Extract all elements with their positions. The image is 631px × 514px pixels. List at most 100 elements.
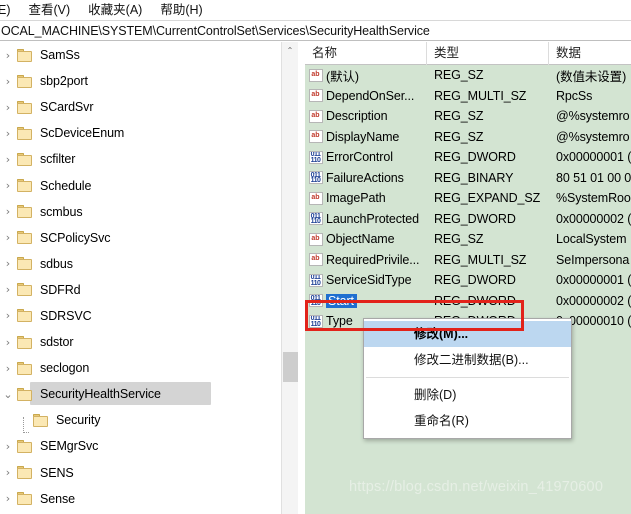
tree-item-sense[interactable]: ›Sense: [0, 486, 281, 512]
chevron-down-icon[interactable]: ⌄: [0, 388, 16, 401]
value-data: 80 51 01 00 0: [556, 171, 631, 185]
folder-icon: [16, 230, 35, 245]
value-type: REG_BINARY: [434, 171, 556, 185]
binary-value-icon-glyph: 011110: [309, 294, 323, 307]
tree-item-scardsvr[interactable]: › SCardSvr: [0, 94, 281, 120]
tree-item-semgrsvc[interactable]: ›SEMgrSvc: [0, 433, 281, 459]
menu-item-0[interactable]: E): [0, 0, 20, 20]
string-value-icon-glyph: ab: [309, 192, 323, 205]
tree-item-schedule[interactable]: ›Schedule: [0, 172, 281, 198]
tree-item-securityhealthservice[interactable]: ⌄SecurityHealthService: [0, 381, 281, 407]
chevron-right-icon[interactable]: ›: [0, 101, 16, 114]
chevron-right-icon[interactable]: ›: [0, 127, 16, 140]
value-data: %SystemRoo: [556, 191, 631, 205]
tree-item-label: sdstor: [40, 335, 73, 349]
tree-item-sdbus[interactable]: ›sdbus: [0, 251, 281, 277]
scrollbar-thumb[interactable]: [283, 352, 298, 382]
value-name: (默认): [326, 66, 434, 85]
menu-item-1[interactable]: 查看(V): [20, 0, 80, 20]
table-row[interactable]: abObjectNameREG_SZLocalSystem: [305, 229, 631, 250]
table-row[interactable]: abRequiredPrivile...REG_MULTI_SZSeImpers…: [305, 250, 631, 271]
tree-item-sdrsvc[interactable]: › SDRSVC: [0, 303, 281, 329]
tree-item-scdeviceenum[interactable]: ›ScDeviceEnum: [0, 120, 281, 146]
string-value-icon-glyph: ab: [309, 253, 323, 266]
chevron-right-icon[interactable]: ›: [0, 205, 16, 218]
chevron-right-icon[interactable]: ›: [0, 492, 16, 505]
chevron-right-icon[interactable]: ›: [0, 466, 16, 479]
binary-value-icon: 011110: [305, 212, 326, 225]
menu-item-3[interactable]: 帮助(H): [151, 0, 211, 20]
menu-item-2[interactable]: 收藏夹(A): [79, 0, 151, 20]
binary-glyph-bottom: 110: [310, 322, 322, 328]
binary-value-icon-glyph: 011110: [309, 274, 323, 287]
value-data: RpcSs: [556, 89, 631, 103]
context-menu-item-3[interactable]: 重命名(R): [364, 408, 571, 434]
value-name: DisplayName: [326, 130, 434, 144]
chevron-right-icon[interactable]: ›: [0, 283, 16, 296]
folder-icon: [16, 335, 35, 350]
value-type: REG_SZ: [434, 232, 556, 246]
tree-item-sdstor[interactable]: › sdstor: [0, 329, 281, 355]
tree-item-sbp2port[interactable]: ›sbp2port: [0, 68, 281, 94]
chevron-right-icon[interactable]: ›: [0, 257, 16, 270]
table-row[interactable]: abDependOnSer...REG_MULTI_SZRpcSs: [305, 86, 631, 107]
folder-icon: [16, 308, 35, 323]
chevron-right-icon[interactable]: ›: [0, 336, 16, 349]
pane-divider[interactable]: [298, 42, 305, 514]
chevron-right-icon[interactable]: ›: [0, 440, 16, 453]
tree-item-label: Security: [56, 413, 100, 427]
binary-glyph-bottom: 110: [310, 301, 322, 307]
table-row[interactable]: abDescriptionREG_SZ@%systemro: [305, 106, 631, 127]
tree-item-scpolicysvc[interactable]: ›SCPolicySvc: [0, 225, 281, 251]
column-header-name[interactable]: 名称: [305, 42, 427, 65]
tree-item-scfilter[interactable]: › scfilter: [0, 146, 281, 172]
value-name: LaunchProtected: [326, 212, 434, 226]
tree-vertical-scrollbar[interactable]: ⌃: [281, 42, 298, 514]
context-menu-item-2[interactable]: 删除(D): [364, 382, 571, 408]
tree-item-label: SCardSvr: [40, 100, 93, 114]
chevron-right-icon[interactable]: ›: [0, 362, 16, 375]
registry-values-pane[interactable]: 名称 类型 数据 ab(默认)REG_SZ(数值未设置)abDependOnSe…: [305, 42, 631, 514]
value-type: REG_SZ: [434, 68, 556, 82]
column-header-type[interactable]: 类型: [427, 42, 549, 65]
chevron-right-icon[interactable]: ›: [0, 309, 16, 322]
registry-tree-pane[interactable]: ›SamSs›sbp2port›SCardSvr›ScDeviceEnum›sc…: [0, 42, 281, 514]
binary-value-icon-glyph: 011110: [309, 315, 323, 328]
string-value-icon: ab: [305, 69, 326, 82]
column-header-data[interactable]: 数据: [549, 42, 631, 65]
chevron-right-icon[interactable]: ›: [0, 49, 16, 62]
table-row[interactable]: 011110FailureActionsREG_BINARY80 51 01 0…: [305, 168, 631, 189]
tree-item-security[interactable]: Security: [0, 407, 281, 433]
value-name: Start: [326, 294, 434, 308]
tree-item-scmbus[interactable]: ›scmbus: [0, 199, 281, 225]
table-row[interactable]: abDisplayNameREG_SZ@%systemro: [305, 127, 631, 148]
tree-item-label: scfilter: [40, 152, 75, 166]
tree-item-label: SDRSVC: [40, 309, 92, 323]
chevron-right-icon[interactable]: ›: [0, 179, 16, 192]
tree-item-sdfrd[interactable]: ›SDFRd: [0, 277, 281, 303]
binary-value-icon: 011110: [305, 315, 326, 328]
table-row[interactable]: 011110ErrorControlREG_DWORD0x00000001 (: [305, 147, 631, 168]
context-menu-item-1[interactable]: 修改二进制数据(B)...: [364, 347, 571, 373]
string-value-icon: ab: [305, 253, 326, 266]
address-bar[interactable]: OCAL_MACHINE\SYSTEM\CurrentControlSet\Se…: [0, 20, 631, 41]
chevron-right-icon[interactable]: ›: [0, 75, 16, 88]
table-row[interactable]: 011110ServiceSidTypeREG_DWORD0x00000001 …: [305, 270, 631, 291]
folder-icon: [16, 126, 35, 141]
tree-item-seclogon[interactable]: ›seclogon: [0, 355, 281, 381]
tree-item-sens[interactable]: ›SENS: [0, 460, 281, 486]
context-menu[interactable]: 修改(M)...修改二进制数据(B)... 删除(D)重命名(R): [363, 318, 572, 439]
table-row[interactable]: abImagePathREG_EXPAND_SZ%SystemRoo: [305, 188, 631, 209]
chevron-right-icon[interactable]: ›: [0, 153, 16, 166]
value-data: 0x00000001 (: [556, 273, 631, 287]
context-menu-item-0[interactable]: 修改(M)...: [364, 321, 571, 347]
tree-item-samss[interactable]: ›SamSs: [0, 42, 281, 68]
binary-glyph-bottom: 110: [310, 178, 322, 184]
value-name: ServiceSidType: [326, 273, 434, 287]
table-row[interactable]: 011110StartREG_DWORD0x00000002 (: [305, 291, 631, 312]
table-row[interactable]: ab(默认)REG_SZ(数值未设置): [305, 65, 631, 86]
chevron-right-icon[interactable]: ›: [0, 231, 16, 244]
table-row[interactable]: 011110LaunchProtectedREG_DWORD0x00000002…: [305, 209, 631, 230]
scroll-up-arrow-icon[interactable]: ⌃: [282, 42, 298, 59]
watermark-text: https://blog.csdn.net/weixin_41970600: [349, 479, 603, 495]
